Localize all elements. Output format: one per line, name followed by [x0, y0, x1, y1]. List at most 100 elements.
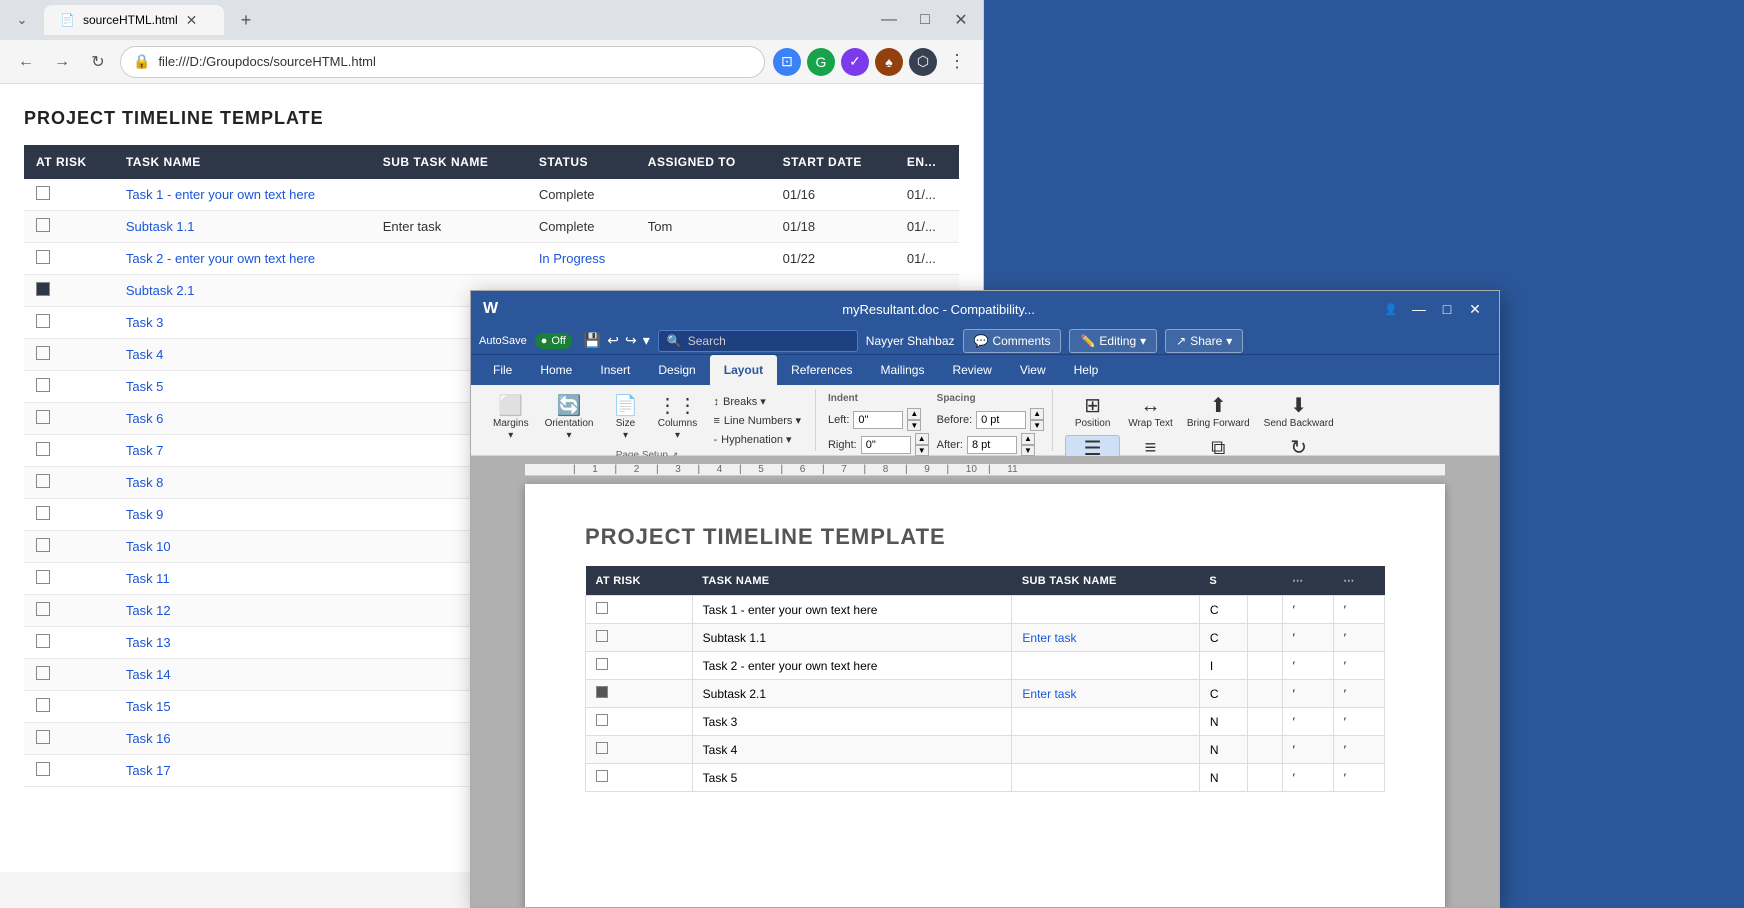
spacing-before-input[interactable]	[976, 411, 1026, 429]
spacing-after-spinner[interactable]: ▲▼	[1021, 433, 1035, 456]
task-link[interactable]: Task 1 - enter your own text here	[126, 187, 315, 202]
tab-file[interactable]: File	[479, 355, 526, 385]
spacing-after-input[interactable]	[967, 436, 1017, 454]
bring-forward-button[interactable]: ⬆ Bring Forward	[1181, 393, 1256, 433]
indent-right-spinner[interactable]: ▲▼	[915, 433, 929, 456]
window-close-button[interactable]: ✕	[947, 6, 975, 34]
more-options-button[interactable]: ⋮	[943, 48, 971, 76]
columns-button[interactable]: ⋮⋮ Columns▾	[652, 393, 704, 445]
doc-checkbox[interactable]	[596, 602, 608, 614]
indent-left-input[interactable]	[853, 411, 903, 429]
task-link[interactable]: Subtask 2.1	[126, 283, 195, 298]
new-tab-button[interactable]: +	[232, 6, 260, 34]
extension-icon-3[interactable]: ✓	[841, 48, 869, 76]
checkbox[interactable]	[36, 762, 50, 776]
search-box[interactable]: 🔍 Search	[658, 330, 858, 352]
task-link[interactable]: Task 14	[126, 667, 171, 682]
checkbox[interactable]	[36, 378, 50, 392]
tab-mailings[interactable]: Mailings	[866, 355, 938, 385]
task-link[interactable]: Task 12	[126, 603, 171, 618]
undo-icon[interactable]: ↩	[607, 332, 619, 349]
task-link[interactable]: Task 11	[126, 571, 170, 586]
checkbox[interactable]	[36, 538, 50, 552]
indent-right-input[interactable]	[861, 436, 911, 454]
word-minimize-button[interactable]: —	[1407, 297, 1431, 321]
checkbox[interactable]	[36, 186, 50, 200]
doc-checkbox[interactable]	[596, 770, 608, 782]
task-link[interactable]: Task 8	[126, 475, 164, 490]
indent-left-down[interactable]: ▼	[907, 420, 921, 432]
doc-checkbox[interactable]	[596, 630, 608, 642]
spacing-before-spinner[interactable]: ▲▼	[1030, 408, 1044, 431]
task-link[interactable]: Subtask 1.1	[126, 219, 195, 234]
wrap-text-button[interactable]: ↔ Wrap Text	[1122, 393, 1179, 433]
checkbox[interactable]	[36, 314, 50, 328]
tab-references[interactable]: References	[777, 355, 866, 385]
extension-icon-1[interactable]: ⊡	[773, 48, 801, 76]
task-link[interactable]: Task 10	[126, 539, 171, 554]
task-link[interactable]: Task 16	[126, 731, 171, 746]
checkbox[interactable]	[36, 506, 50, 520]
doc-checkbox[interactable]	[596, 658, 608, 670]
tab-home[interactable]: Home	[526, 355, 586, 385]
spacing-after-up[interactable]: ▲	[1021, 433, 1035, 445]
position-button[interactable]: ⊞ Position	[1065, 393, 1120, 433]
checkbox[interactable]	[36, 730, 50, 744]
spacing-after-down[interactable]: ▼	[1021, 445, 1035, 457]
checkbox[interactable]	[36, 570, 50, 584]
word-close-button[interactable]: ✕	[1463, 297, 1487, 321]
checkbox[interactable]	[36, 634, 50, 648]
editing-button[interactable]: ✏️ Editing ▾	[1069, 329, 1157, 353]
task-link[interactable]: Task 17	[126, 763, 171, 778]
back-button[interactable]: ←	[12, 48, 40, 76]
checkbox[interactable]	[36, 250, 50, 264]
refresh-button[interactable]: ↻	[84, 48, 112, 76]
task-link[interactable]: Task 9	[126, 507, 164, 522]
browser-tab-active[interactable]: 📄 sourceHTML.html ✕	[44, 5, 224, 35]
indent-left-spinner[interactable]: ▲▼	[907, 408, 921, 431]
checkbox[interactable]	[36, 218, 50, 232]
customize-icon[interactable]: ▾	[643, 332, 650, 349]
checkbox[interactable]	[36, 442, 50, 456]
size-button[interactable]: 📄 Size▾	[604, 393, 648, 445]
task-link[interactable]: Task 13	[126, 635, 171, 650]
word-profile-button[interactable]: 👤	[1379, 297, 1403, 321]
forward-button[interactable]: →	[48, 48, 76, 76]
tab-layout[interactable]: Layout	[710, 355, 777, 385]
spacing-before-down[interactable]: ▼	[1030, 420, 1044, 432]
spacing-before-up[interactable]: ▲	[1030, 408, 1044, 420]
save-icon[interactable]: 💾	[584, 332, 601, 349]
autosave-toggle[interactable]: ● Off	[535, 333, 572, 349]
extension-icon-5[interactable]: ⬡	[909, 48, 937, 76]
tab-list-button[interactable]: ⌄	[8, 6, 36, 34]
checkbox[interactable]	[36, 346, 50, 360]
task-link[interactable]: Task 4	[126, 347, 164, 362]
hyphenation-button[interactable]: - Hyphenation ▾	[708, 431, 807, 448]
tab-review[interactable]: Review	[938, 355, 1005, 385]
redo-icon[interactable]: ↪	[625, 332, 637, 349]
address-bar[interactable]: 🔒 file:///D:/Groupdocs/sourceHTML.html	[120, 46, 765, 78]
tab-help[interactable]: Help	[1060, 355, 1113, 385]
breaks-button[interactable]: ↕ Breaks ▾	[708, 393, 807, 410]
task-link[interactable]: Task 5	[126, 379, 164, 394]
doc-checkbox[interactable]	[596, 686, 608, 698]
send-backward-button[interactable]: ⬇ Send Backward	[1258, 393, 1340, 433]
extension-icon-4[interactable]: ♠	[875, 48, 903, 76]
tab-design[interactable]: Design	[644, 355, 709, 385]
orientation-button[interactable]: 🔄 Orientation▾	[539, 393, 600, 445]
word-restore-button[interactable]: □	[1435, 297, 1459, 321]
checkbox[interactable]	[36, 666, 50, 680]
doc-checkbox[interactable]	[596, 714, 608, 726]
tab-insert[interactable]: Insert	[586, 355, 644, 385]
checkbox[interactable]	[36, 282, 50, 296]
tab-view[interactable]: View	[1006, 355, 1060, 385]
indent-right-down[interactable]: ▼	[915, 445, 929, 457]
extension-icon-2[interactable]: G	[807, 48, 835, 76]
task-link[interactable]: Task 15	[126, 699, 171, 714]
checkbox[interactable]	[36, 410, 50, 424]
task-link[interactable]: Task 7	[126, 443, 164, 458]
task-link[interactable]: Task 3	[126, 315, 164, 330]
window-maximize-button[interactable]: □	[911, 6, 939, 34]
indent-right-up[interactable]: ▲	[915, 433, 929, 445]
line-numbers-button[interactable]: ≡ Line Numbers ▾	[708, 412, 807, 429]
